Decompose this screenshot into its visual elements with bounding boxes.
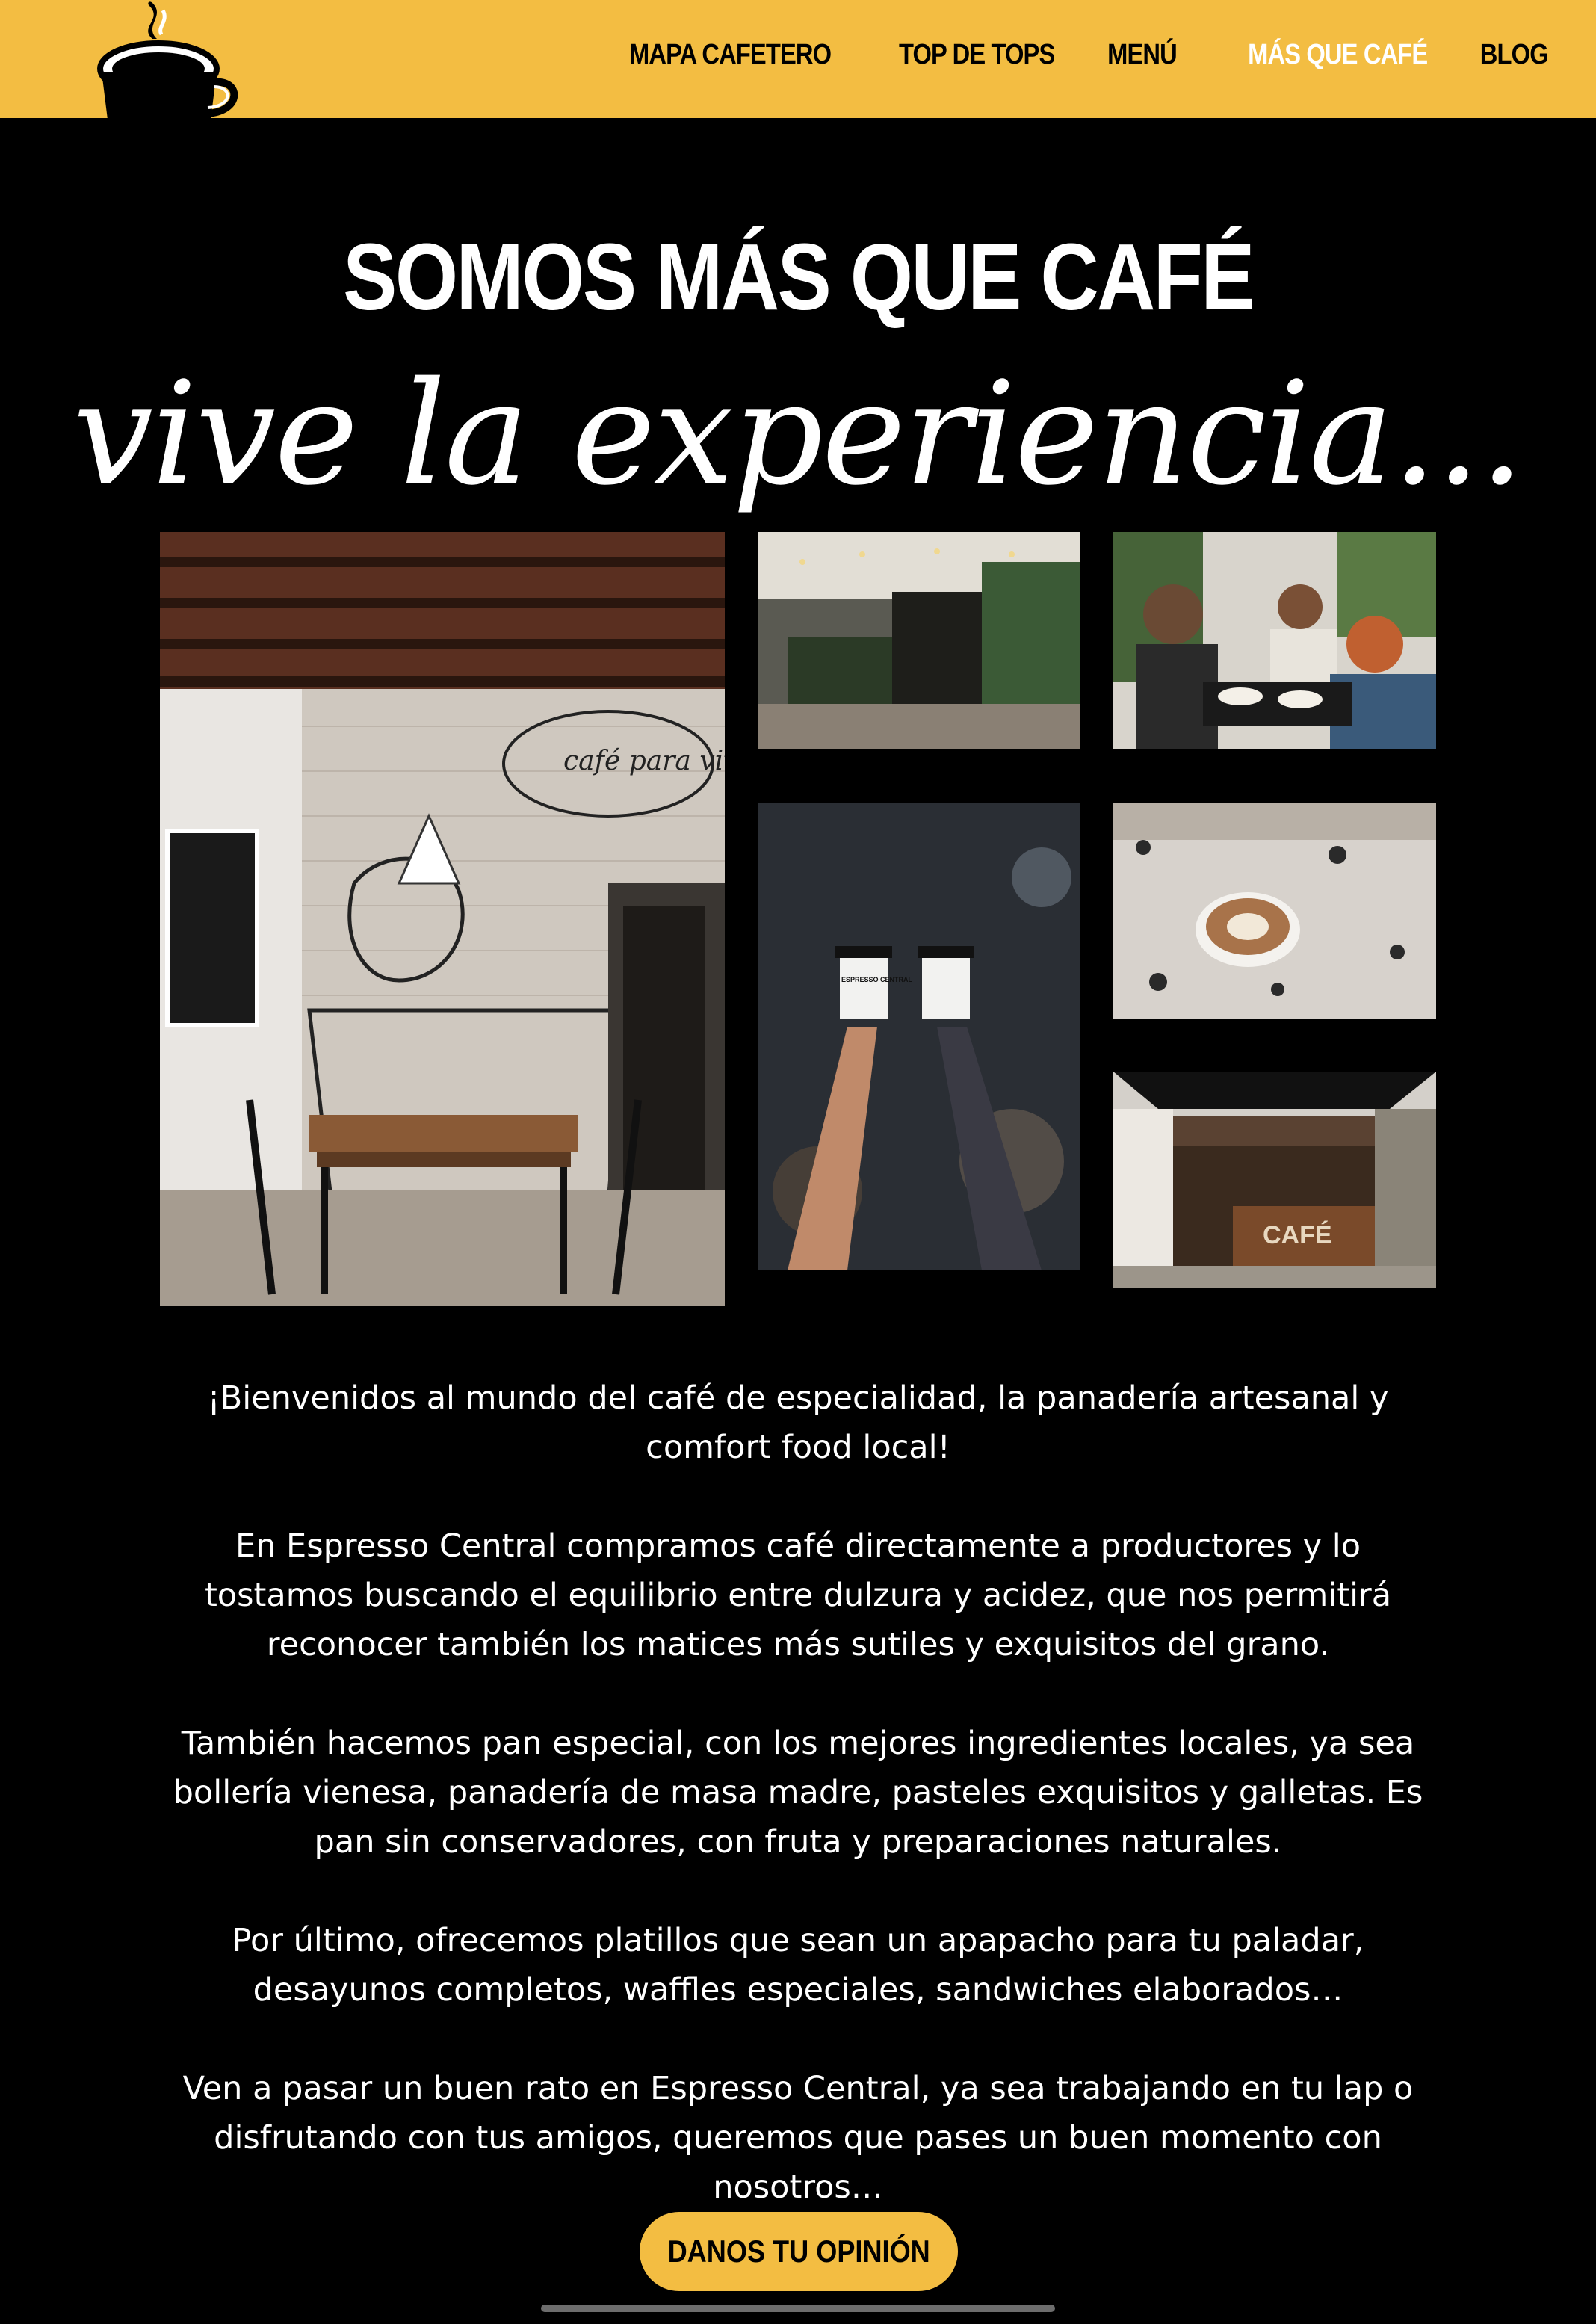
- intro-paragraph: En Espresso Central compramos café direc…: [204, 1527, 1392, 1663]
- photo-interior-dining: café para vivir: [160, 532, 725, 1306]
- intro-text: ¡Bienvenidos al mundo del café de especi…: [157, 1373, 1439, 2261]
- intro-paragraph: También hacemos pan especial, con los me…: [173, 1725, 1423, 1861]
- nav-menu[interactable]: MENÚ: [1107, 39, 1178, 71]
- feedback-button[interactable]: DANOS TU OPINIÓN: [640, 2212, 958, 2291]
- intro-paragraph: ¡Bienvenidos al mundo del café de especi…: [207, 1379, 1389, 1466]
- cup-label-text: ESPRESSO CENTRAL: [841, 976, 913, 983]
- photo-coffee-cups-toast: ESPRESSO CENTRAL: [758, 803, 1080, 1270]
- photo-storefront: CAFÉ: [1113, 1072, 1436, 1288]
- intro-paragraph: Por último, ofrecemos platillos que sean…: [232, 1922, 1364, 2009]
- photo-patio-exterior: [758, 532, 1080, 749]
- photo-latte-art: [1113, 803, 1436, 1019]
- top-bar: MAPA CAFETERO TOP DE TOPS MENÚ MÁS QUE C…: [0, 0, 1596, 120]
- feedback-button-label: DANOS TU OPINIÓN: [667, 2234, 930, 2269]
- nav-mapa-cafetero[interactable]: MAPA CAFETERO: [629, 39, 832, 71]
- nav-top-de-tops[interactable]: TOP DE TOPS: [898, 39, 1054, 71]
- mural-text: café para vivir: [563, 746, 725, 776]
- page-title: SOMOS MÁS QUE CAFÉ: [0, 223, 1596, 331]
- coffee-cup-logo-icon[interactable]: [94, 0, 244, 120]
- page-title-text: SOMOS MÁS QUE CAFÉ: [343, 224, 1255, 330]
- main-nav: MAPA CAFETERO TOP DE TOPS MENÚ MÁS QUE C…: [596, 39, 1549, 71]
- nav-mas-que-cafe[interactable]: MÁS QUE CAFÉ: [1248, 39, 1428, 71]
- hero-subtitle: vive la experiencia...: [72, 351, 1524, 516]
- home-indicator[interactable]: [541, 2305, 1055, 2312]
- intro-paragraph: Ven a pasar un buen rato en Espresso Cen…: [182, 2070, 1414, 2206]
- photo-friends-eating: [1113, 532, 1436, 749]
- storefront-sign-text: CAFÉ: [1263, 1221, 1332, 1249]
- nav-blog[interactable]: BLOG: [1480, 39, 1549, 71]
